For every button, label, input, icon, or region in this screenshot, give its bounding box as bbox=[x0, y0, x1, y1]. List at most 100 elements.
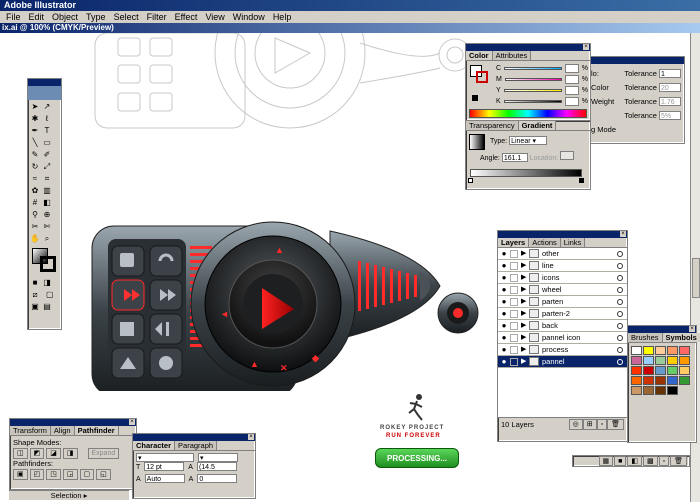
subtract-shape-icon[interactable]: ◩ bbox=[29, 448, 45, 459]
line-tool-icon[interactable]: ╲ bbox=[30, 138, 40, 148]
tab-align[interactable]: Align bbox=[50, 426, 75, 435]
tab-attributes[interactable]: Attributes bbox=[492, 51, 532, 60]
eye-icon[interactable]: ● bbox=[498, 320, 510, 332]
show-gradient-icon[interactable]: ◧ bbox=[627, 456, 642, 466]
delete-swatch-icon[interactable]: 🗑 bbox=[670, 456, 687, 466]
lock-toggle[interactable] bbox=[510, 357, 518, 366]
menu-effect[interactable]: Effect bbox=[171, 11, 202, 23]
magenta-slider[interactable] bbox=[504, 78, 562, 81]
layer-row[interactable]: ● ▶ parten-2 bbox=[498, 308, 627, 320]
expand-triangle-icon[interactable]: ▶ bbox=[521, 272, 529, 284]
color-swatch[interactable] bbox=[631, 356, 642, 365]
menu-help[interactable]: Help bbox=[269, 11, 296, 23]
exclude-shape-icon[interactable]: ◨ bbox=[62, 448, 78, 459]
target-circle-icon[interactable] bbox=[617, 298, 623, 305]
lock-toggle[interactable] bbox=[510, 297, 518, 306]
layer-row[interactable]: ● ▶ other bbox=[498, 248, 627, 260]
color-swatch[interactable] bbox=[631, 386, 642, 395]
expand-triangle-icon[interactable]: ▶ bbox=[521, 260, 529, 272]
target-circle-icon[interactable] bbox=[617, 346, 623, 353]
gradient-tool-icon[interactable]: ◧ bbox=[42, 198, 52, 208]
kerning-input[interactable]: Auto bbox=[144, 474, 185, 483]
eye-icon[interactable]: ● bbox=[498, 272, 510, 284]
trim-icon[interactable]: ◰ bbox=[29, 469, 45, 480]
menu-type[interactable]: Type bbox=[82, 11, 110, 23]
merge-icon[interactable]: ◳ bbox=[46, 469, 61, 480]
gradient-type-select[interactable]: Linear ▾ bbox=[509, 136, 548, 145]
target-circle-icon[interactable] bbox=[617, 286, 623, 293]
lock-toggle[interactable] bbox=[510, 261, 518, 270]
gradient-mode-icon[interactable]: ◨ bbox=[42, 278, 52, 288]
lock-toggle[interactable] bbox=[510, 321, 518, 330]
expand-triangle-icon[interactable]: ▶ bbox=[521, 296, 529, 308]
tab-transform[interactable]: Transform bbox=[10, 426, 51, 435]
selection-tool-icon[interactable]: ➤ bbox=[30, 102, 40, 112]
scroll-thumb[interactable] bbox=[692, 258, 700, 298]
color-swatch[interactable] bbox=[679, 346, 690, 355]
color-swatch[interactable] bbox=[667, 376, 678, 385]
location-input[interactable] bbox=[560, 151, 575, 160]
color-stroke-swatch[interactable] bbox=[476, 71, 488, 83]
color-mode-icon[interactable]: ■ bbox=[30, 278, 40, 288]
layer-row[interactable]: ● ▶ line bbox=[498, 260, 627, 272]
tab-brushes[interactable]: Brushes bbox=[628, 333, 663, 342]
layer-row[interactable]: ● ▶ wheel bbox=[498, 284, 627, 296]
divide-icon[interactable]: ▣ bbox=[13, 469, 28, 480]
show-pattern-icon[interactable]: ▩ bbox=[643, 456, 658, 466]
show-all-icon[interactable]: ▦ bbox=[598, 456, 614, 466]
tab-layers[interactable]: Layers bbox=[498, 238, 530, 247]
full-screen-menu-icon[interactable]: ▤ bbox=[42, 302, 52, 312]
target-circle-icon[interactable] bbox=[617, 250, 623, 257]
close-icon[interactable]: × bbox=[583, 44, 589, 50]
color-swatch[interactable] bbox=[643, 386, 654, 395]
color-swatch[interactable] bbox=[679, 366, 690, 375]
target-circle-icon[interactable] bbox=[617, 274, 623, 281]
font-family-select[interactable]: ▾ bbox=[136, 453, 194, 462]
tab-symbols[interactable]: Symbols bbox=[662, 333, 700, 342]
close-icon[interactable]: × bbox=[689, 326, 695, 332]
lock-toggle[interactable] bbox=[510, 345, 518, 354]
tolerance-input[interactable]: 5% bbox=[659, 111, 681, 120]
pencil-tool-icon[interactable]: ✐ bbox=[42, 150, 52, 160]
color-swatch[interactable] bbox=[667, 346, 678, 355]
layer-row[interactable]: ● ▶ pannel bbox=[498, 356, 627, 368]
status-bar[interactable]: Selection ▸ bbox=[9, 490, 129, 500]
color-swatch[interactable] bbox=[655, 346, 666, 355]
font-size-input[interactable]: 12 pt bbox=[144, 462, 185, 471]
menu-file[interactable]: File bbox=[2, 11, 25, 23]
none-mode-icon[interactable]: ⧄ bbox=[30, 290, 40, 300]
expand-triangle-icon[interactable]: ▶ bbox=[521, 320, 529, 332]
tolerance-input[interactable]: 1 bbox=[659, 69, 681, 78]
eye-icon[interactable]: ● bbox=[498, 284, 510, 296]
gradient-stop-end[interactable] bbox=[579, 178, 584, 183]
color-swatch[interactable] bbox=[643, 346, 654, 355]
target-icon[interactable]: ◎ bbox=[568, 419, 583, 430]
layer-row[interactable]: ● ▶ parten bbox=[498, 296, 627, 308]
gradient-stop-start[interactable] bbox=[468, 178, 473, 183]
full-screen-icon[interactable]: ▣ bbox=[30, 302, 40, 312]
rectangle-tool-icon[interactable]: ▭ bbox=[42, 138, 52, 148]
crop-icon[interactable]: ◲ bbox=[62, 469, 78, 480]
new-sublayer-icon[interactable]: ⊞ bbox=[582, 419, 597, 430]
type-tool-icon[interactable]: T bbox=[42, 126, 52, 136]
cyan-value[interactable] bbox=[564, 64, 579, 73]
hand-tool-icon[interactable]: ✋ bbox=[30, 234, 40, 244]
eye-icon[interactable]: ● bbox=[498, 332, 510, 344]
slice-tool-icon[interactable]: ✂ bbox=[30, 222, 40, 232]
color-swatch[interactable] bbox=[643, 366, 654, 375]
black-slider[interactable] bbox=[503, 100, 562, 103]
graph-tool-icon[interactable]: ▥ bbox=[42, 186, 52, 196]
color-swatch[interactable] bbox=[667, 356, 678, 365]
outline-icon[interactable]: ▢ bbox=[79, 469, 95, 480]
expand-triangle-icon[interactable]: ▶ bbox=[521, 332, 529, 344]
scale-tool-icon[interactable]: ⤢ bbox=[42, 162, 52, 172]
warp-tool-icon[interactable]: ≈ bbox=[30, 174, 40, 184]
tab-gradient[interactable]: Gradient bbox=[518, 121, 557, 130]
eye-icon[interactable]: ● bbox=[498, 308, 510, 320]
tab-links[interactable]: Links bbox=[560, 238, 586, 247]
eyedropper-tool-icon[interactable]: ⚲ bbox=[30, 210, 40, 220]
paintbrush-tool-icon[interactable]: ✎ bbox=[30, 150, 40, 160]
layer-row[interactable]: ● ▶ back bbox=[498, 320, 627, 332]
black-value[interactable] bbox=[564, 97, 579, 106]
cyan-slider[interactable] bbox=[504, 67, 562, 70]
